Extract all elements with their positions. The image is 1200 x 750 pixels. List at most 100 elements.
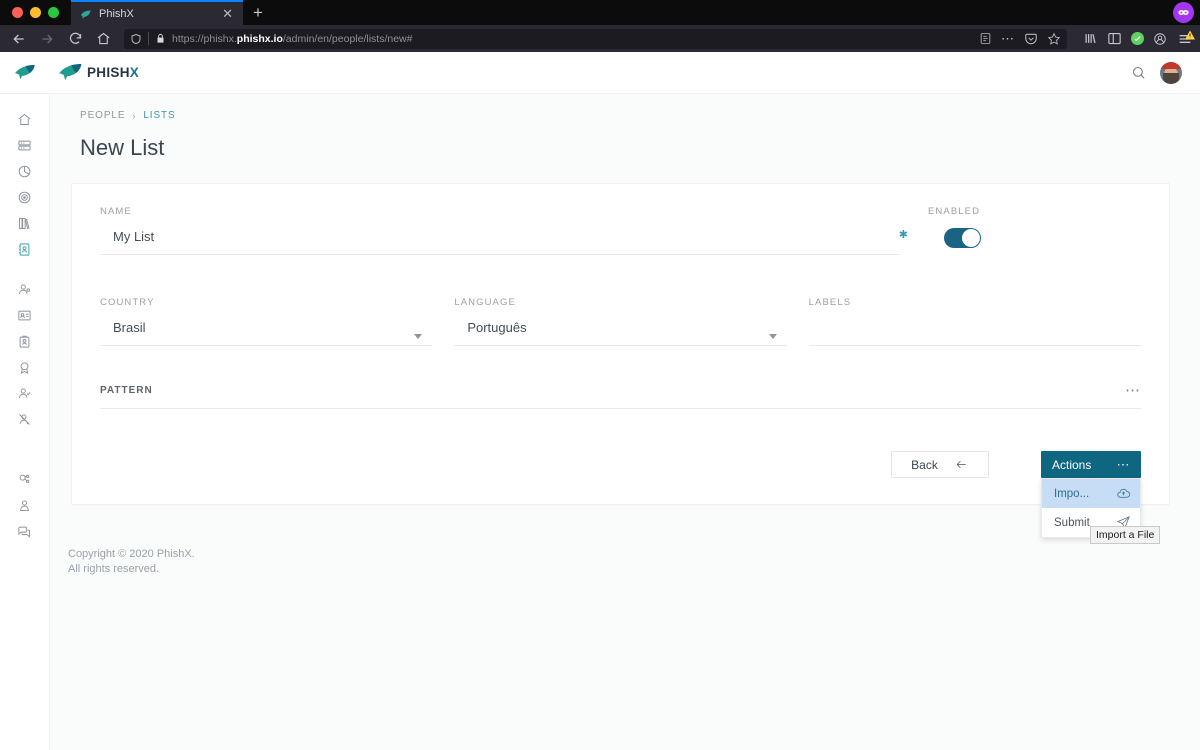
library-icon[interactable]: [1083, 31, 1098, 46]
green-check-icon[interactable]: [1131, 32, 1144, 45]
reader-view-icon[interactable]: [979, 32, 992, 45]
ellipsis-icon: ⋯: [1116, 456, 1130, 472]
app-header: PHISHX: [0, 52, 1200, 94]
arrow-right-icon[interactable]: [34, 28, 60, 50]
actions-button[interactable]: Actions ⋯: [1041, 451, 1141, 478]
language-label: LANGUAGE: [454, 297, 516, 308]
country-underline: [100, 345, 433, 346]
chevron-right-icon: ›: [132, 110, 137, 121]
form-row-pattern: PATTERN ⋯: [100, 383, 1141, 398]
actions-menu-wrapper: Actions ⋯ Impo... Submit Import a File: [989, 451, 1161, 544]
url-divider: [148, 32, 149, 45]
sidebar-item-contact-card[interactable]: [11, 302, 39, 328]
back-button-label: Back: [911, 457, 938, 472]
ellipsis-icon[interactable]: ⋯: [1001, 32, 1015, 45]
pocket-icon[interactable]: [1024, 32, 1038, 46]
sidebar-item-user-check[interactable]: [11, 380, 39, 406]
form-actions: Back Actions ⋯ Impo... Submit Import a F…: [100, 451, 1161, 544]
name-field-group: NAME My List ✱: [100, 206, 908, 261]
language-field-group: LANGUAGE Português: [454, 297, 787, 352]
url-bar[interactable]: https://phishx.phishx.io/admin/en/people…: [124, 28, 1067, 49]
arrow-left-icon: [954, 458, 969, 471]
phishx-fish-icon: [79, 7, 92, 20]
toggle-knob: [962, 229, 980, 247]
window-controls[interactable]: [8, 0, 71, 25]
purple-extension-icon[interactable]: [1173, 2, 1194, 23]
browser-chrome: PhishX ✕ + https://phishx.phishx.io/admi…: [0, 0, 1200, 52]
sidebar: [0, 94, 50, 750]
labels-input[interactable]: [809, 320, 1141, 337]
labels-underline: [808, 345, 1141, 346]
vertical-scrollbar[interactable]: [1193, 94, 1200, 750]
sidebar-item-target[interactable]: [11, 184, 39, 210]
sidebar-item-server-grid[interactable]: [11, 132, 39, 158]
avatar[interactable]: [1160, 61, 1182, 84]
country-label: COUNTRY: [100, 297, 155, 308]
form-card: NAME My List ✱ ENABLED COUNTRY Brasil LA…: [71, 183, 1170, 544]
warning-triangle-icon: [1184, 28, 1196, 46]
shield-icon[interactable]: [130, 33, 142, 45]
close-icon[interactable]: ✕: [220, 7, 235, 20]
phishx-fish-logo[interactable]: [0, 63, 50, 82]
toolbar-right-actions: [1075, 28, 1196, 47]
sidebar-item-id-card[interactable]: [11, 328, 39, 354]
minimize-window-button[interactable]: [30, 7, 41, 18]
tab-title: PhishX: [99, 7, 134, 20]
name-underline: [100, 254, 900, 255]
new-tab-button[interactable]: +: [243, 0, 273, 25]
form-row-locale: COUNTRY Brasil LANGUAGE Português LABELS: [100, 297, 1141, 352]
lock-icon: [155, 33, 166, 44]
cloud-upload-icon: [1116, 486, 1131, 501]
sidebar-item-badge[interactable]: [11, 354, 39, 380]
language-select-value[interactable]: Português: [454, 320, 786, 337]
sidebar-item-library[interactable]: [11, 210, 39, 236]
name-input[interactable]: My List: [100, 229, 900, 246]
search-icon[interactable]: [1131, 65, 1146, 80]
sidebar-icon[interactable]: [1107, 31, 1122, 46]
navigation-toolbar: https://phishx.phishx.io/admin/en/people…: [0, 25, 1200, 52]
app-logo[interactable]: PHISHX: [50, 62, 139, 83]
actions-button-label: Actions: [1052, 457, 1092, 472]
app-logo-text: PHISHX: [87, 65, 140, 80]
actions-dropdown-menu: Impo... Submit Import a File: [1041, 478, 1161, 544]
sidebar-item-user-add[interactable]: [11, 276, 39, 302]
arrow-left-icon[interactable]: [6, 28, 32, 50]
pattern-menu-ellipsis-icon[interactable]: ⋯: [1125, 383, 1141, 398]
account-icon[interactable]: [1153, 32, 1167, 46]
url-text: https://phishx.phishx.io/admin/en/people…: [172, 32, 413, 45]
dropdown-item-import[interactable]: Impo...: [1042, 479, 1140, 508]
enabled-toggle[interactable]: [944, 228, 981, 248]
star-icon[interactable]: [1047, 32, 1061, 46]
sidebar-item-integrations[interactable]: [11, 466, 39, 492]
home-icon[interactable]: [90, 28, 116, 50]
sidebar-item-chat[interactable]: [11, 518, 39, 544]
chevron-down-icon[interactable]: [768, 334, 777, 339]
rights-line: All rights reserved.: [68, 562, 160, 575]
reload-icon[interactable]: [62, 28, 88, 50]
sidebar-item-address-book[interactable]: [11, 236, 39, 262]
pattern-label: PATTERN: [100, 385, 153, 396]
name-label: NAME: [100, 206, 132, 217]
hamburger-menu-icon[interactable]: [1176, 28, 1196, 47]
header-right: [1131, 61, 1182, 84]
enabled-label: ENABLED: [928, 206, 981, 217]
language-underline: [454, 345, 787, 346]
sidebar-item-user-settings[interactable]: [11, 492, 39, 518]
breadcrumb: PEOPLE › LISTS: [50, 94, 1200, 121]
close-window-button[interactable]: [12, 7, 23, 18]
back-button[interactable]: Back: [891, 451, 989, 478]
form-row-name: NAME My List ✱ ENABLED: [100, 206, 1141, 261]
main-content: PEOPLE › LISTS New List NAME My List ✱ E…: [50, 94, 1200, 750]
breadcrumb-lists[interactable]: LISTS: [143, 110, 175, 121]
dropdown-item-import-label: Impo...: [1054, 487, 1090, 500]
breadcrumb-people[interactable]: PEOPLE: [80, 110, 125, 121]
sidebar-item-user-off[interactable]: [11, 406, 39, 432]
maximize-window-button[interactable]: [48, 7, 59, 18]
pattern-section: PATTERN: [100, 385, 1125, 396]
browser-tab[interactable]: PhishX ✕: [71, 0, 243, 25]
chevron-down-icon[interactable]: [414, 334, 423, 339]
sidebar-item-home[interactable]: [11, 106, 39, 132]
country-field-group: COUNTRY Brasil: [100, 297, 433, 352]
country-select-value[interactable]: Brasil: [100, 320, 432, 337]
sidebar-item-analytics[interactable]: [11, 158, 39, 184]
